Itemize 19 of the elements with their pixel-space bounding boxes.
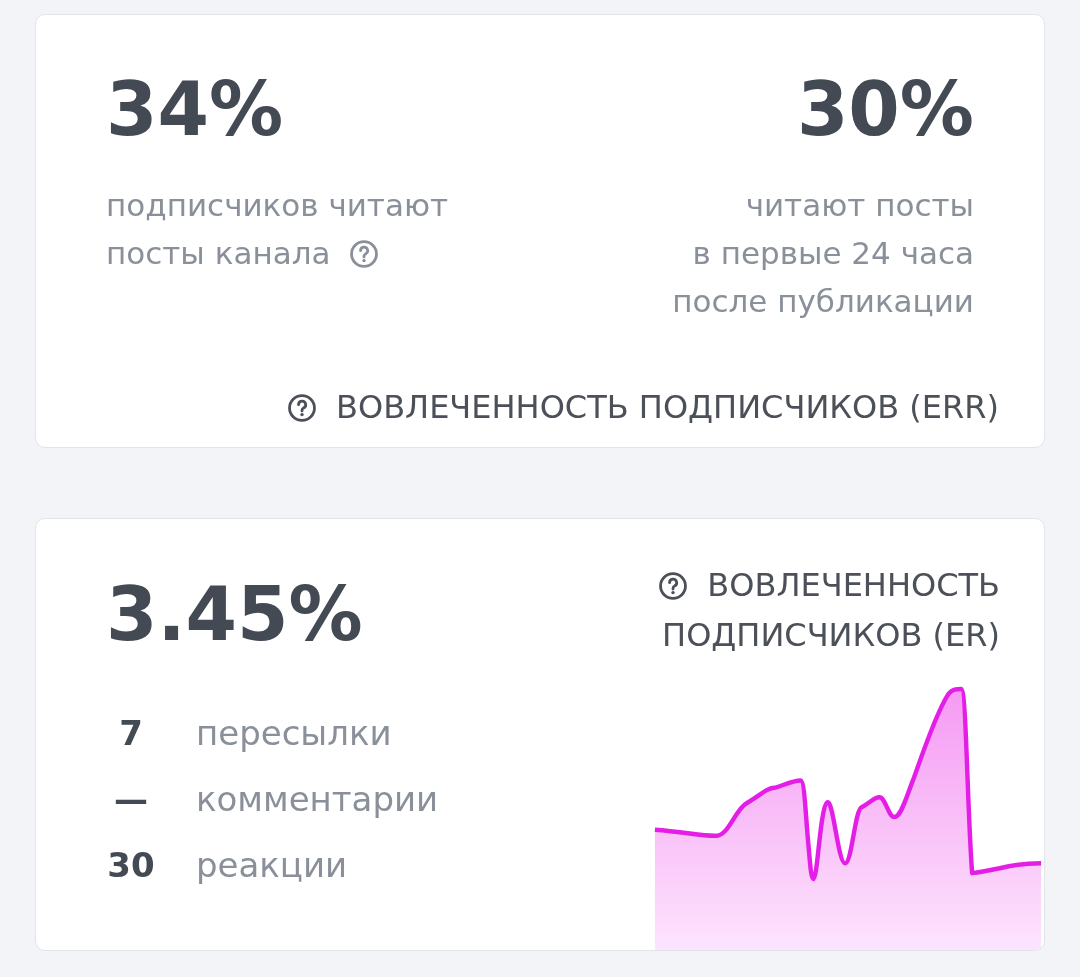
stat-value: 30 [106, 844, 156, 887]
metric-caption: в первые 24 часа [692, 235, 974, 271]
card-title: ПОДПИСЧИКОВ (ER) [662, 616, 1000, 654]
card-title: ВОВЛЕЧЕННОСТЬ ПОДПИСЧИКОВ (ERR) [336, 388, 999, 426]
metric-value: 30% [795, 72, 974, 146]
help-icon[interactable] [288, 394, 316, 422]
help-icon[interactable] [659, 572, 688, 600]
card-title: ВОВЛЕЧЕННОСТЬ [707, 566, 1000, 604]
stat-value: 7 [118, 712, 144, 755]
stat-label: реакции [196, 844, 348, 887]
stat-label: комментарии [196, 778, 439, 821]
metric-caption: посты канала [106, 235, 331, 271]
stat-label: пересылки [196, 712, 392, 755]
metric-caption: после публикации [672, 283, 974, 319]
metric-caption: подписчиков читают [106, 187, 449, 223]
metric-caption: читают посты [745, 187, 974, 223]
metric-value: 34% [106, 72, 285, 146]
metric-value: 3.45% [106, 577, 364, 651]
stat-value: — [113, 778, 149, 821]
